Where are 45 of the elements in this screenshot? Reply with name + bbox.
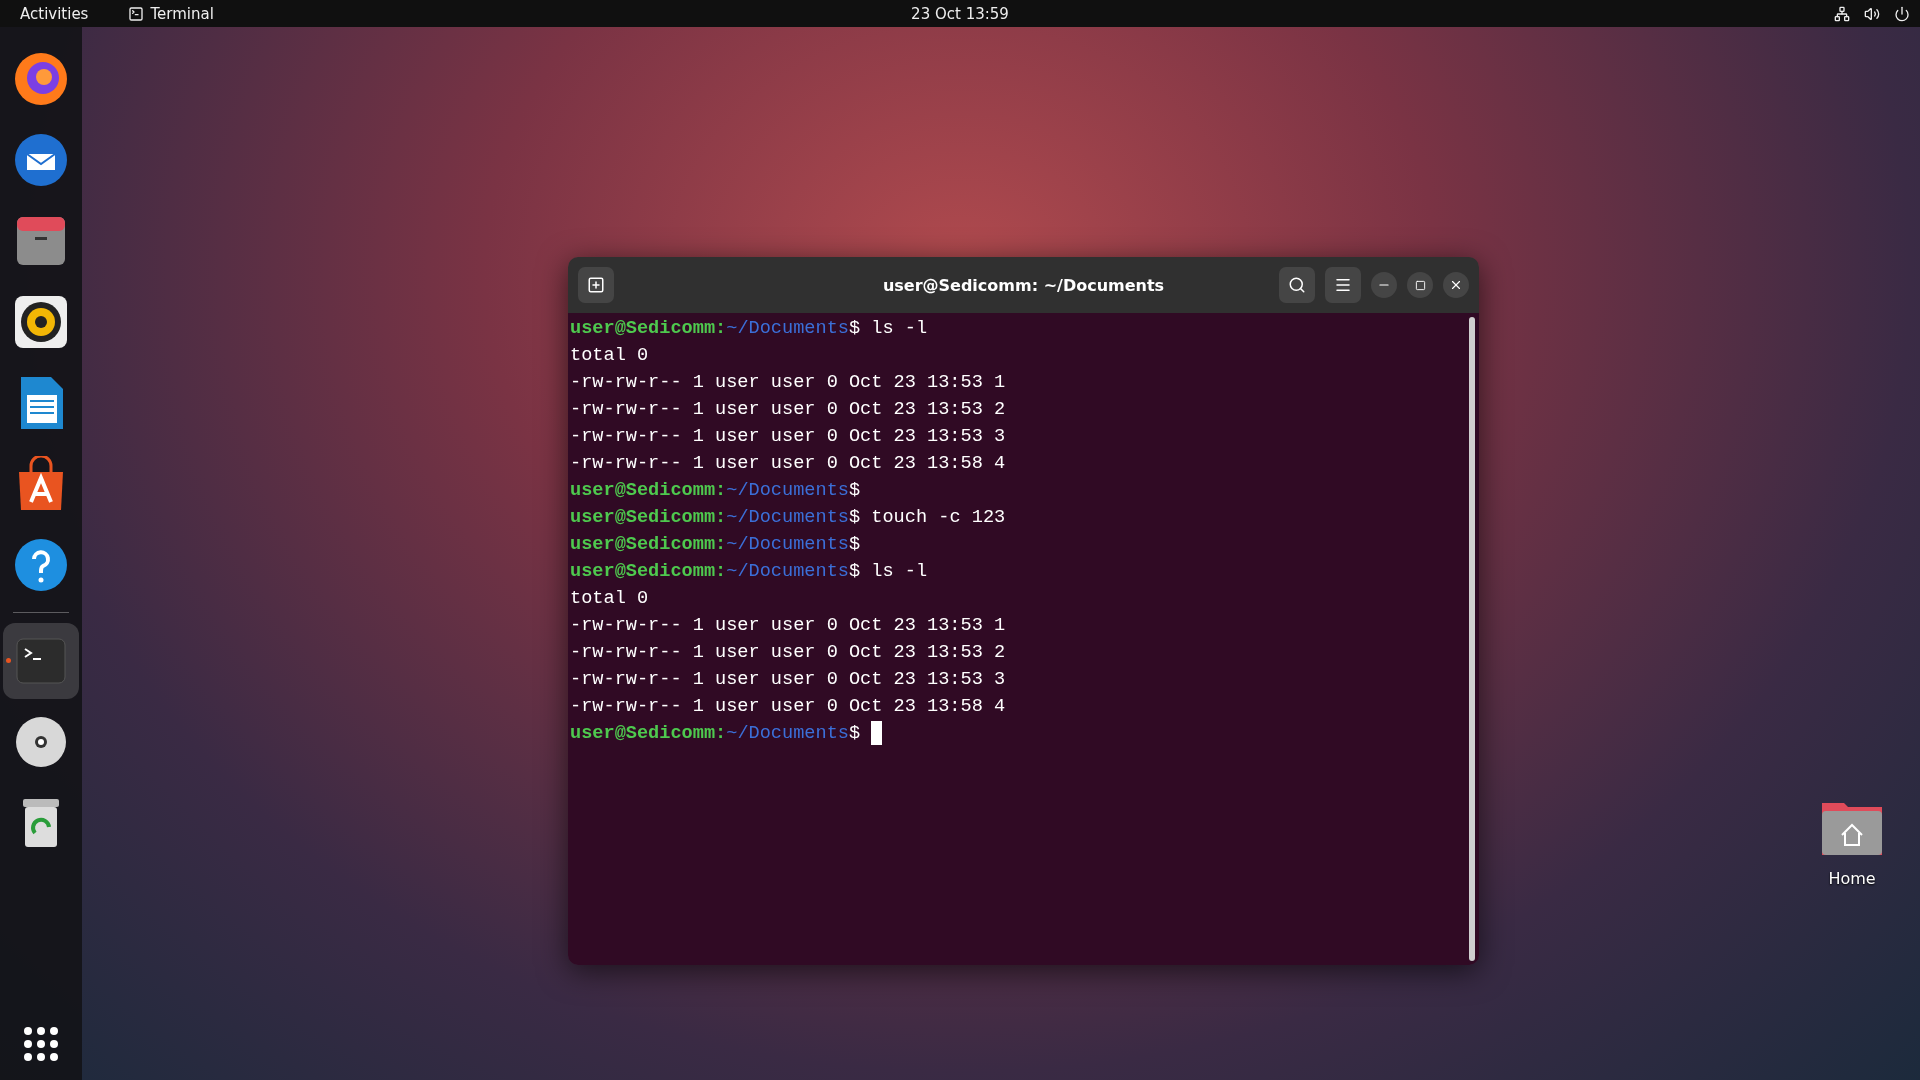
terminal-line: user@Sedicomm:~/Documents$ touch -c 123 xyxy=(570,506,1006,530)
terminal-line: user@Sedicomm:~/Documents$ xyxy=(570,479,861,503)
clock[interactable]: 23 Oct 13:59 xyxy=(911,4,1009,23)
terminal-line: total 0 xyxy=(570,587,649,611)
plus-square-icon xyxy=(587,276,605,294)
maximize-button[interactable] xyxy=(1407,272,1433,298)
terminal-line: -rw-rw-r-- 1 user user 0 Oct 23 13:53 3 xyxy=(570,668,1006,692)
terminal-line: -rw-rw-r-- 1 user user 0 Oct 23 13:58 4 xyxy=(570,452,1006,476)
terminal-line: -rw-rw-r-- 1 user user 0 Oct 23 13:53 1 xyxy=(570,371,1006,395)
terminal-line: -rw-rw-r-- 1 user user 0 Oct 23 13:58 4 xyxy=(570,695,1006,719)
terminal-icon xyxy=(128,5,145,22)
volume-icon[interactable] xyxy=(1864,5,1880,22)
terminal-line: user@Sedicomm:~/Documents$ ls -l xyxy=(570,560,928,584)
activities-button[interactable]: Activities xyxy=(20,4,89,23)
terminal-line: user@Sedicomm:~/Documents$ xyxy=(570,533,861,557)
terminal-line: -rw-rw-r-- 1 user user 0 Oct 23 13:53 3 xyxy=(570,425,1006,449)
terminal-line: -rw-rw-r-- 1 user user 0 Oct 23 13:53 2 xyxy=(570,641,1006,665)
speaker-icon[interactable] xyxy=(13,294,69,350)
close-icon xyxy=(1449,278,1463,292)
app-name: Terminal xyxy=(150,4,214,23)
terminal-line: -rw-rw-r-- 1 user user 0 Oct 23 13:53 1 xyxy=(570,614,1006,638)
terminal-line: -rw-rw-r-- 1 user user 0 Oct 23 13:53 2 xyxy=(570,398,1006,422)
maximize-icon xyxy=(1414,279,1426,291)
browser-icon[interactable] xyxy=(13,51,69,107)
window-title: user@Sedicomm: ~/Documents xyxy=(882,275,1165,295)
menu-icon xyxy=(1334,276,1352,294)
running-indicator xyxy=(6,658,11,663)
search-icon xyxy=(1288,276,1306,294)
minimize-button[interactable] xyxy=(1371,272,1397,298)
network-icon[interactable] xyxy=(1834,5,1850,22)
menu-button[interactable] xyxy=(1325,267,1361,303)
apps-grid-icon[interactable] xyxy=(23,1026,59,1062)
app-menu[interactable]: Terminal xyxy=(128,4,214,23)
desktop-icon-label: Home xyxy=(1828,869,1876,888)
scrollbar[interactable] xyxy=(1469,317,1475,961)
terminal-line: user@Sedicomm:~/Documents$ ls -l xyxy=(570,317,928,341)
mail-icon[interactable] xyxy=(13,132,69,188)
new-tab-button[interactable] xyxy=(578,267,614,303)
power-icon[interactable] xyxy=(1894,5,1910,22)
help-icon[interactable] xyxy=(13,537,69,593)
terminal-line: user@Sedicomm:~/Documents$ xyxy=(570,720,883,747)
disc-icon[interactable] xyxy=(13,714,69,770)
close-button[interactable] xyxy=(1443,272,1469,298)
search-button[interactable] xyxy=(1279,267,1315,303)
terminal-line: total 0 xyxy=(570,344,649,368)
